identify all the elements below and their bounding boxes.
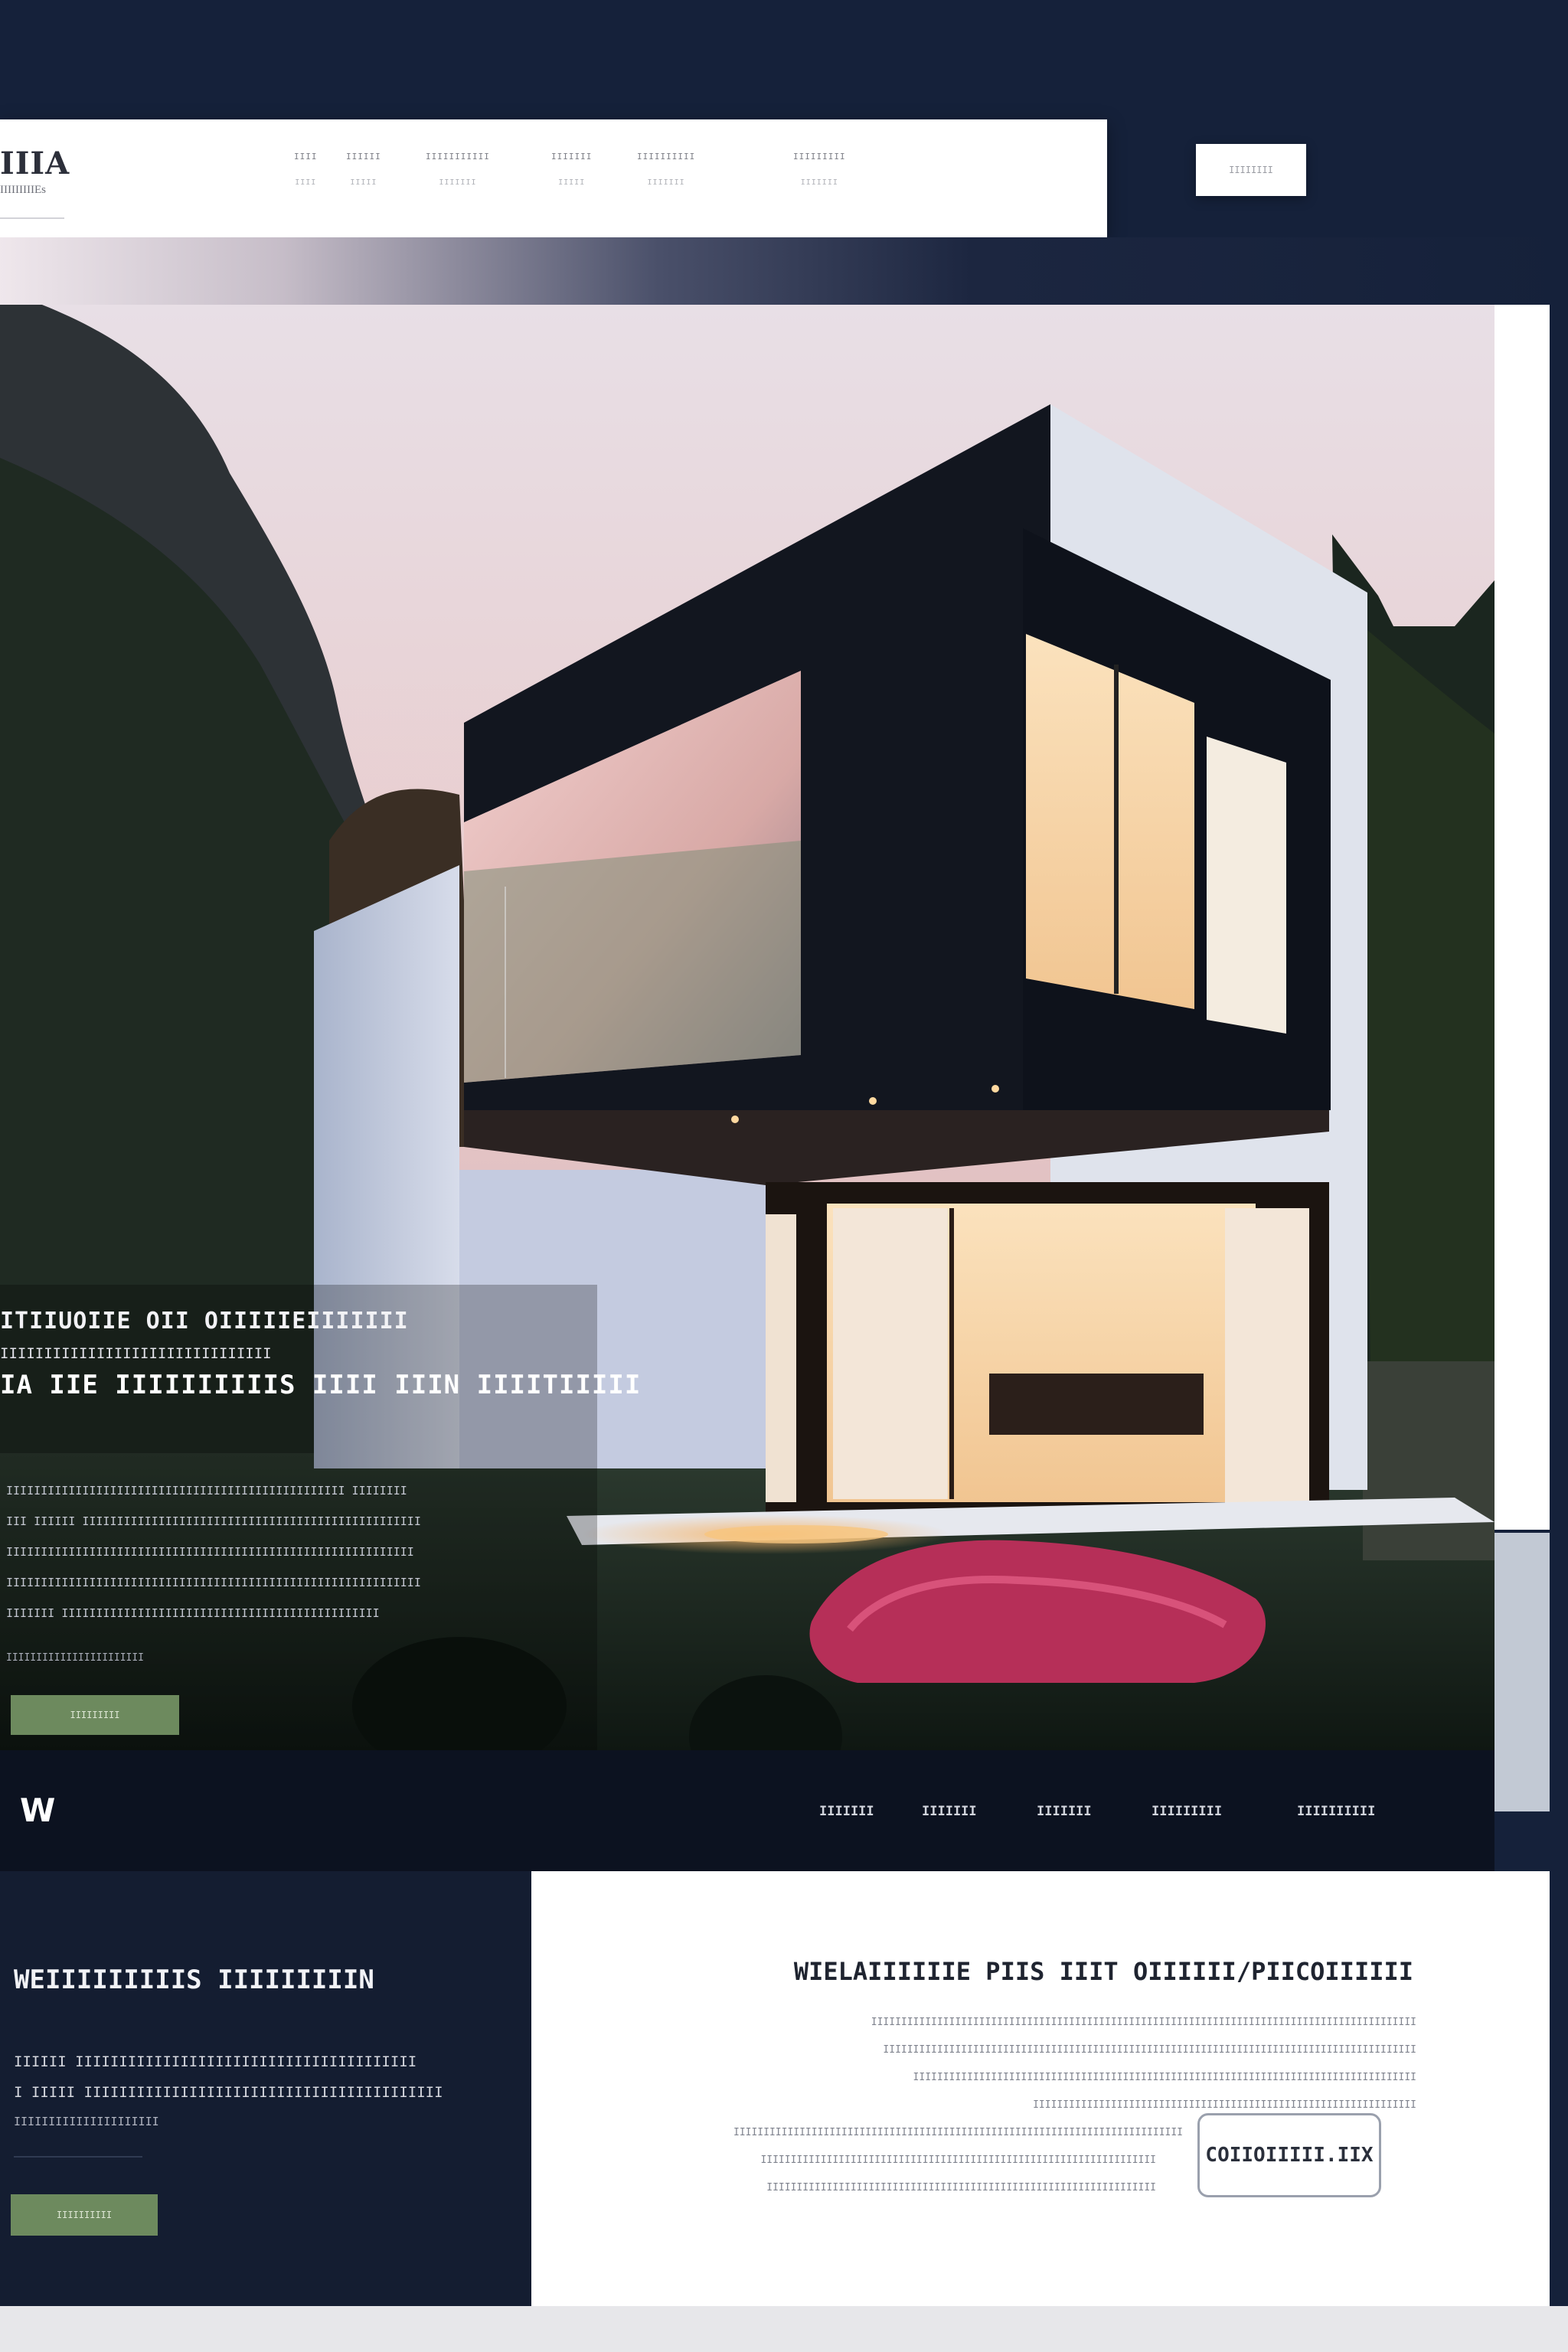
hero-body-line: III IIIIII IIIIIIIIIIIIIIIIIIIIIIIIIIIII…: [6, 1514, 421, 1528]
contact-title: WIELAIIIIIIE PIIS IIIT OIIIIII/PIICOIIII…: [793, 1957, 1413, 1986]
nav-item-sublabel: IIIII: [558, 178, 586, 187]
hero-meta: IIIIIIIIIIIIIIIIIIIIIII: [6, 1652, 145, 1664]
about-divider: [14, 2156, 142, 2158]
hero-body-line: IIIIIIIIIIIIIIIIIIIIIIIIIIIIIIIIIIIIIIII…: [6, 1576, 421, 1589]
hero-copy: ITIIUOIIE OII OIIIIIEIIIIIII IIIIIIIIIII…: [0, 1308, 642, 1400]
contact-body-line: IIIIIIIIIIIIIIIIIIIIIIIIIIIIIIIIIIIIIIII…: [913, 2072, 1416, 2083]
about-body-line: I IIIII IIIIIIIIIIIIIIIIIIIIIIIIIIIIIIII…: [14, 2084, 443, 2101]
brand-mark: IIIA: [0, 145, 70, 181]
nav-cta-button[interactable]: IIIIIIII: [1196, 144, 1306, 196]
nav-item-6[interactable]: IIIIIIIII IIIIIII: [793, 152, 846, 204]
hero-body-line: IIIIIIIIIIIIIIIIIIIIIIIIIIIIIIIIIIIIIIII…: [6, 1545, 414, 1559]
nav-item-label: IIIIIIIII: [793, 152, 846, 162]
hero-body: IIIIIIIIIIIIIIIIIIIIIIIIIIIIIIIIIIIIIIII…: [6, 1484, 557, 1637]
footer-link-4[interactable]: IIIIIIIII: [1152, 1804, 1222, 1819]
hero-eyebrow: ITIIUOIIE OII OIIIIIEIIIIIII: [0, 1308, 409, 1334]
contact-body-line: IIIIIIIIIIIIIIIIIIIIIIIIIIIIIIIIIIIIIIII…: [1033, 2099, 1416, 2111]
nav-item-label: IIII: [294, 152, 318, 162]
nav-item-sublabel: IIII: [295, 178, 317, 187]
nav-item-sublabel: IIIIIII: [439, 178, 477, 187]
contact-body-line: IIIIIIIIIIIIIIIIIIIIIIIIIIIIIIIIIIIIIIII…: [871, 2017, 1416, 2028]
about-title: WEIIIIIIIIIS IIIIIIIIIN: [14, 1965, 374, 1995]
nav-item-label: IIIIIII: [551, 152, 593, 162]
footer-link-2[interactable]: IIIIIII: [922, 1804, 977, 1819]
nav-item-sublabel: IIIIIII: [800, 178, 838, 187]
nav-item-2[interactable]: IIIIII IIIII: [346, 152, 381, 204]
brand-subtitle: IIIIIIIIIEs: [0, 184, 46, 196]
nav-item-sublabel: IIIIIII: [647, 178, 685, 187]
nav-item-1[interactable]: IIII IIII: [294, 152, 318, 204]
hero-scrollbar-thumb[interactable]: [1494, 1533, 1550, 1811]
w-monogram-logo-icon[interactable]: W: [20, 1792, 55, 1829]
hero-cta-button[interactable]: IIIIIIIII: [11, 1695, 179, 1735]
hero-scrollbar-track[interactable]: [1494, 305, 1550, 1530]
hero-title: IA IIE IIIIIIIIIIS IIII IIIN IIIITIIIII: [0, 1370, 642, 1400]
footer-link-3[interactable]: IIIIIII: [1037, 1804, 1092, 1819]
nav-item-label: IIIIII: [346, 152, 381, 162]
about-small-text: IIIIIIIIIIIIIIIIIIIII: [14, 2115, 159, 2128]
nav-item-label: IIIIIIIIIII: [426, 152, 490, 162]
about-body: IIIIII IIIIIIIIIIIIIIIIIIIIIIIIIIIIIIIII…: [14, 2053, 519, 2142]
header-gradient-band: [0, 237, 1568, 306]
contact-button[interactable]: COIIOIIIII.IIX: [1197, 2113, 1381, 2197]
brand-divider: [0, 217, 64, 219]
footer-link-1[interactable]: IIIIIII: [819, 1804, 874, 1819]
footer-link-5[interactable]: IIIIIIIIII: [1297, 1804, 1375, 1819]
hero-tagline: IIIIIIIIIIIIIIIIIIIIIIIIIIIIIII: [0, 1345, 272, 1362]
about-body-line: IIIIII IIIIIIIIIIIIIIIIIIIIIIIIIIIIIIIII…: [14, 2053, 417, 2070]
hero-body-line: IIIIIIIIIIIIIIIIIIIIIIIIIIIIIIIIIIIIIIII…: [6, 1484, 407, 1498]
nav-item-sublabel: IIIII: [350, 178, 377, 187]
brand-logo[interactable]: IIIA IIIIIIIIIEs: [0, 145, 84, 230]
bottom-bar: [0, 2306, 1568, 2352]
hero-body-line: IIIIIII IIIIIIIIIIIIIIIIIIIIIIIIIIIIIIII…: [6, 1606, 380, 1620]
nav-item-3[interactable]: IIIIIIIIIII IIIIIII: [426, 152, 490, 204]
nav-item-4[interactable]: IIIIIII IIIII: [551, 152, 592, 204]
footer-bar: [0, 1750, 1494, 1871]
contact-body-line: IIIIIIIIIIIIIIIIIIIIIIIIIIIIIIIIIIIIIIII…: [883, 2044, 1416, 2056]
nav-item-5[interactable]: IIIIIIIIII IIIIIII: [637, 152, 695, 204]
about-cta-button[interactable]: IIIIIIIIII: [11, 2194, 158, 2236]
nav-item-label: IIIIIIIIII: [637, 152, 696, 162]
